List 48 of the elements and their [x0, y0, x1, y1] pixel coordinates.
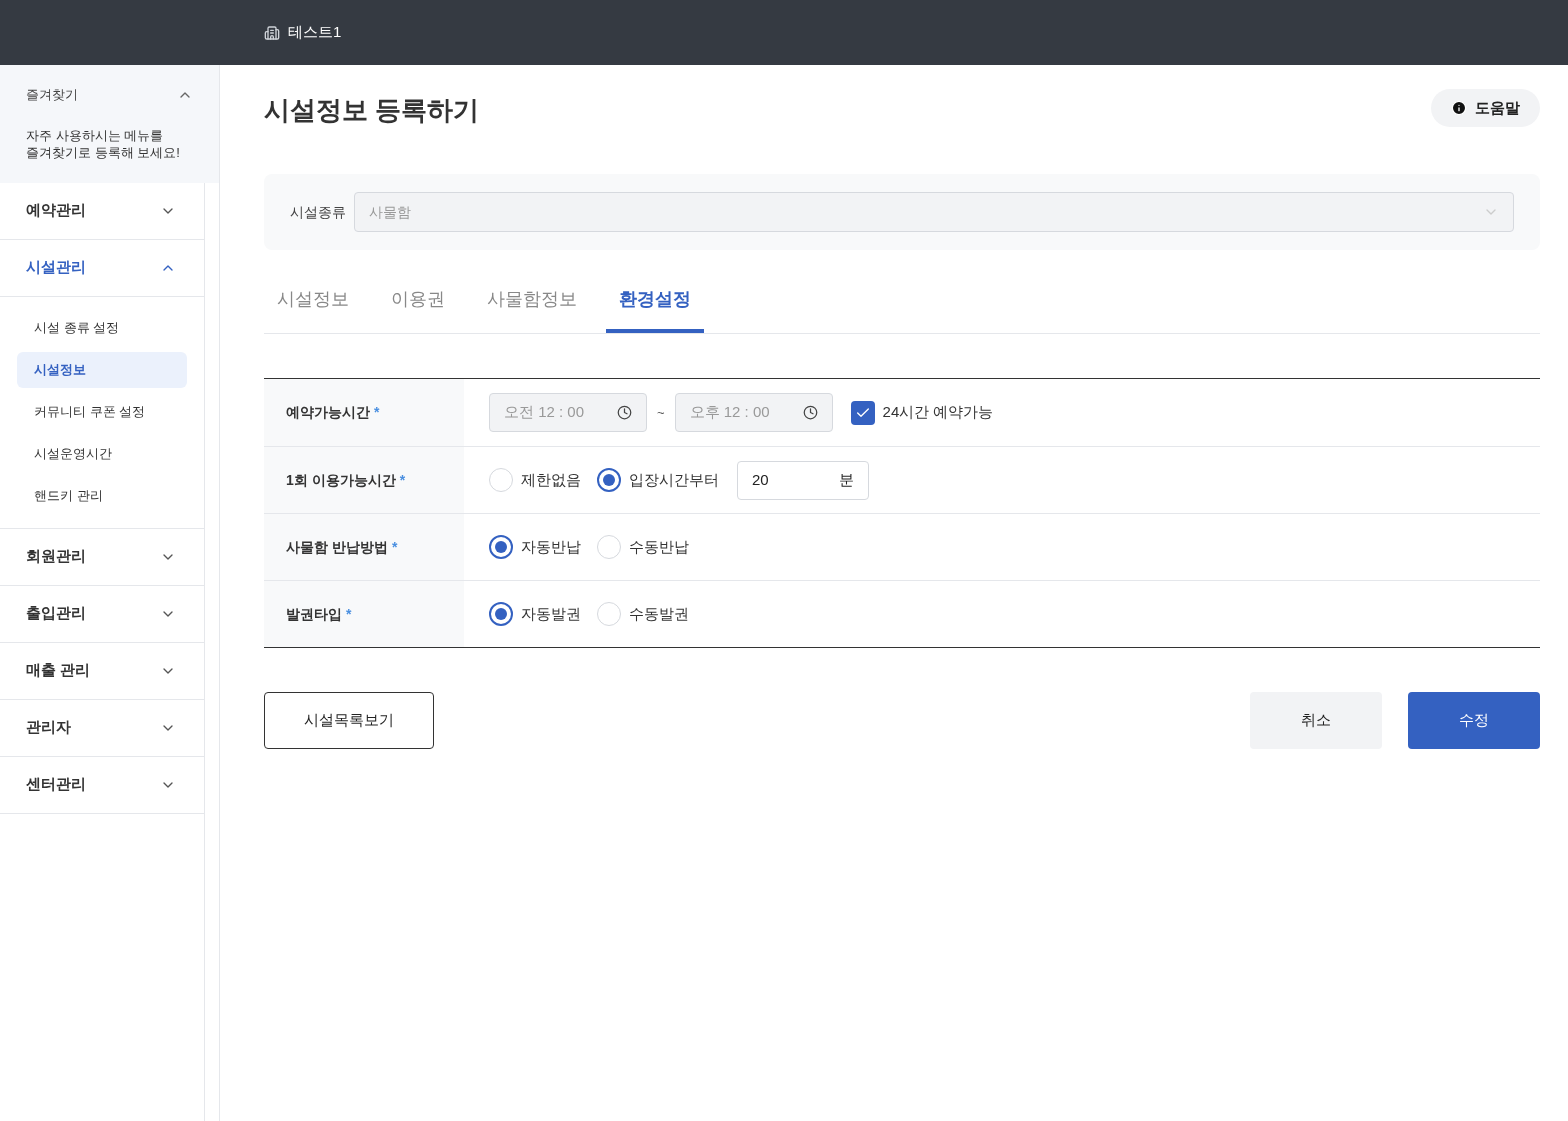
- menu-group[interactable]: 센터관리: [0, 756, 204, 813]
- facility-name: 테스트1: [288, 22, 342, 43]
- submenu-item[interactable]: 핸드키 관리: [17, 477, 187, 514]
- radio-option[interactable]: 자동반납: [489, 535, 581, 559]
- help-button[interactable]: 도움말: [1431, 89, 1540, 127]
- tab[interactable]: 시설정보: [264, 278, 362, 333]
- favorites-hint: 자주 사용하시는 메뉴를 즐겨찾기로 등록해 보세요!: [26, 126, 181, 161]
- submenu-item[interactable]: 커뮤니티 쿠폰 설정: [17, 393, 187, 430]
- edit-button[interactable]: 수정: [1408, 692, 1540, 749]
- clock-icon: [802, 405, 818, 420]
- favorites-title: 즐겨찾기: [26, 86, 78, 104]
- required-mark: *: [374, 403, 380, 422]
- radio-option[interactable]: 제한없음: [489, 468, 581, 492]
- radio-button[interactable]: [489, 535, 513, 559]
- field-label: 시설종류: [290, 202, 346, 222]
- page-title: 시설정보 등록하기: [264, 94, 480, 127]
- form-label: 발권타입 *: [264, 581, 464, 647]
- radio-option[interactable]: 입장시간부터: [597, 468, 719, 492]
- menu-group[interactable]: 예약관리: [0, 182, 204, 239]
- tab[interactable]: 사물함정보: [474, 278, 590, 333]
- minutes-field[interactable]: 20 분: [737, 460, 869, 500]
- menu-group[interactable]: 매출 관리: [0, 642, 204, 699]
- submenu-item[interactable]: 시설운영시간: [17, 435, 187, 472]
- required-mark: *: [346, 604, 352, 624]
- form-label: 예약가능시간 *: [264, 379, 464, 446]
- submenu-item[interactable]: 시설 종류 설정: [17, 309, 187, 346]
- menu-group[interactable]: 출입관리: [0, 585, 204, 642]
- facility-list-button[interactable]: 시설목록보기: [264, 692, 434, 749]
- menu-group[interactable]: 시설관리: [0, 239, 204, 296]
- menu-group[interactable]: 관리자: [0, 699, 204, 756]
- range-separator: ~: [657, 403, 665, 422]
- required-mark: *: [391, 537, 398, 557]
- radio-option[interactable]: 수동반납: [597, 535, 689, 559]
- radio-option[interactable]: 자동발권: [489, 602, 581, 626]
- tab[interactable]: 이용권: [378, 278, 458, 333]
- info-icon: [1451, 100, 1467, 116]
- radio-button[interactable]: [489, 602, 513, 626]
- form-label: 사물함 반납방법 *: [264, 514, 464, 580]
- radio-button[interactable]: [597, 468, 621, 492]
- building-icon: [264, 24, 280, 41]
- menu-group[interactable]: 회원관리: [0, 528, 204, 585]
- clock-icon: [617, 405, 632, 420]
- cancel-button[interactable]: 취소: [1250, 692, 1382, 749]
- submenu-item[interactable]: 시설정보: [17, 351, 187, 388]
- form-label: 1회 이용가능시간 *: [264, 447, 464, 513]
- required-mark: *: [399, 470, 406, 490]
- radio-option[interactable]: 수동발권: [597, 602, 689, 626]
- tab[interactable]: 환경설정: [606, 278, 704, 333]
